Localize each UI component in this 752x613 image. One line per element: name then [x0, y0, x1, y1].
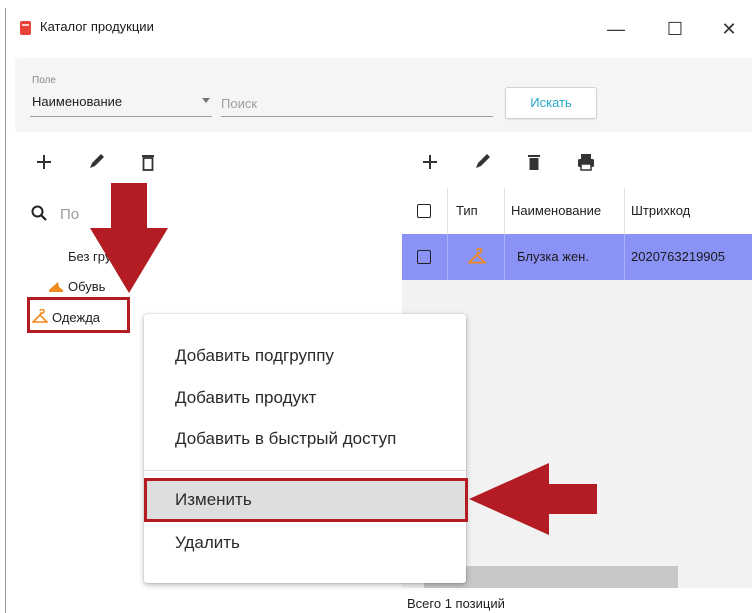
field-select-value: Наименование	[32, 94, 123, 109]
row-name-cell: Блузка жен.	[505, 234, 625, 280]
grid-header-type[interactable]: Тип	[448, 188, 505, 234]
search-icon	[30, 204, 48, 227]
menu-item-add-product[interactable]: Добавить продукт	[144, 378, 466, 418]
annotation-arrow-left-icon	[469, 463, 597, 535]
status-text: Всего 1 позиций	[407, 596, 505, 611]
edit-pencil-icon[interactable]	[468, 148, 496, 176]
menu-item-label: Добавить в быстрый доступ	[175, 429, 397, 448]
menu-item-delete[interactable]: Удалить	[144, 523, 466, 563]
search-button[interactable]: Искать	[505, 87, 597, 119]
delete-icon[interactable]	[520, 148, 548, 176]
close-button[interactable]: ✕	[706, 14, 752, 44]
row-barcode-cell: 2020763219905	[631, 249, 725, 264]
shoe-icon	[49, 282, 63, 292]
row-select-cell[interactable]	[402, 234, 448, 280]
grid-header-select-all[interactable]	[402, 188, 448, 234]
annotation-highlight-box	[27, 297, 130, 333]
checkbox[interactable]	[417, 204, 431, 218]
tree-search-input[interactable]: По	[60, 206, 79, 223]
menu-item-label: Добавить продукт	[175, 388, 317, 407]
annotation-highlight-box	[144, 478, 468, 522]
app-icon	[20, 21, 31, 35]
annotation-arrow-down-icon	[90, 183, 168, 293]
field-select[interactable]: Наименование	[30, 90, 212, 117]
field-label: Поле	[32, 75, 56, 86]
edit-pencil-icon[interactable]	[82, 148, 110, 176]
minimize-button[interactable]: —	[593, 14, 639, 44]
grid-header-name[interactable]: Наименование	[505, 188, 625, 234]
dropdown-arrow-icon	[202, 98, 210, 103]
menu-item-label: Удалить	[175, 533, 240, 552]
menu-item-label: Добавить подгруппу	[175, 346, 334, 365]
maximize-button[interactable]: ☐	[652, 14, 698, 44]
menu-divider	[144, 470, 466, 471]
window-title: Каталог продукции	[40, 19, 154, 34]
hanger-icon	[468, 248, 486, 264]
menu-item-add-subgroup[interactable]: Добавить подгруппу	[144, 336, 466, 376]
print-icon[interactable]	[572, 148, 600, 176]
row-type-cell	[448, 234, 505, 280]
search-input[interactable]	[221, 90, 493, 117]
add-icon[interactable]	[416, 148, 444, 176]
checkbox[interactable]	[417, 250, 431, 264]
delete-icon[interactable]	[134, 148, 162, 176]
grid-header-barcode[interactable]: Штрихкод	[625, 188, 752, 234]
menu-item-add-to-quick-access[interactable]: Добавить в быстрый доступ	[144, 419, 466, 459]
add-icon[interactable]	[30, 148, 58, 176]
